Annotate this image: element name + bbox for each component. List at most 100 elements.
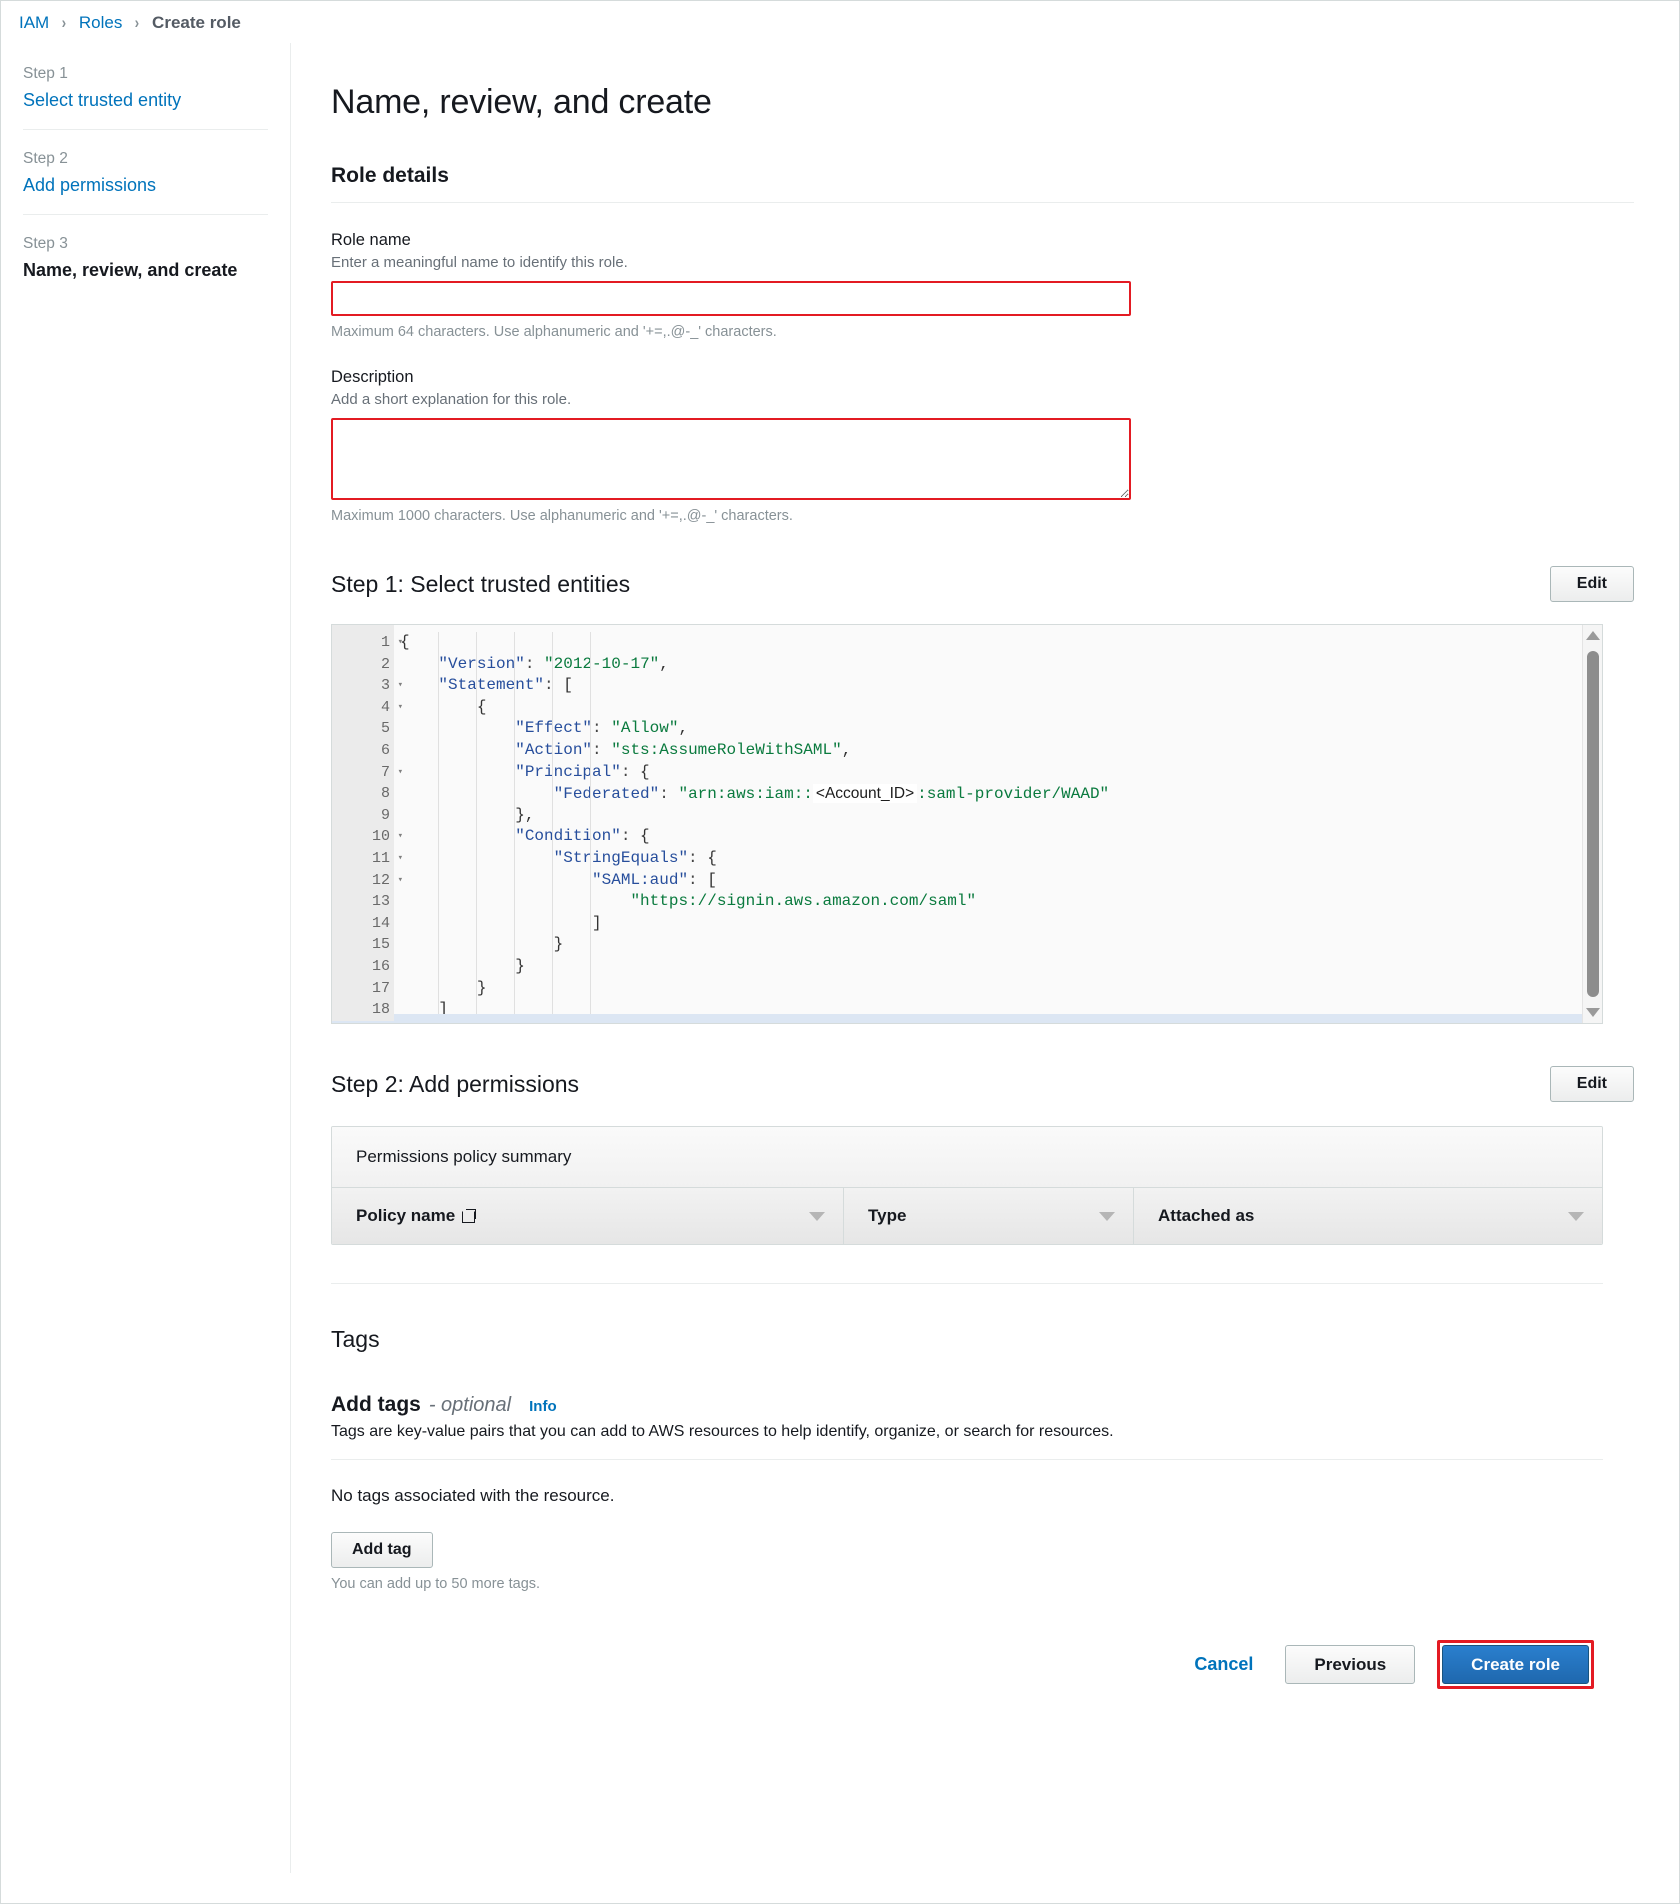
column-header-attached-as-label: Attached as bbox=[1158, 1206, 1254, 1226]
create-role-highlight: Create role bbox=[1437, 1640, 1594, 1689]
editor-line-number: 12▾ bbox=[332, 870, 394, 892]
wizard-steps-sidebar: Step 1 Select trusted entity Step 2 Add … bbox=[1, 43, 291, 1873]
column-header-policy-name-label: Policy name bbox=[356, 1206, 455, 1226]
editor-code-line: "https://signin.aws.amazon.com/saml" bbox=[394, 891, 1602, 913]
add-tags-heading: Add tags - optional Info bbox=[331, 1393, 1634, 1417]
editor-scroll-thumb[interactable] bbox=[1587, 651, 1599, 997]
editor-line-number: 6 bbox=[332, 740, 394, 762]
sidebar-step-3-label: Name, review, and create bbox=[23, 260, 268, 281]
sort-caret-icon[interactable] bbox=[1099, 1212, 1115, 1221]
previous-button[interactable]: Previous bbox=[1285, 1645, 1415, 1684]
section-divider bbox=[331, 1283, 1603, 1284]
editor-line-number: 9 bbox=[332, 805, 394, 827]
breadcrumb-item-roles[interactable]: Roles bbox=[79, 13, 122, 33]
create-role-button[interactable]: Create role bbox=[1442, 1645, 1589, 1684]
sidebar-step-2[interactable]: Step 2 Add permissions bbox=[23, 129, 268, 214]
trust-policy-editor[interactable]: 1▾23▾4▾567▾8910▾11▾12▾13141516171819 { "… bbox=[331, 624, 1603, 1024]
sort-caret-icon[interactable] bbox=[809, 1212, 825, 1221]
edit-trusted-entities-button[interactable]: Edit bbox=[1550, 566, 1634, 602]
editor-code-line: } bbox=[394, 978, 1602, 1000]
editor-line-number: 16 bbox=[332, 956, 394, 978]
add-tag-button[interactable]: Add tag bbox=[331, 1532, 433, 1568]
description-label: Description bbox=[331, 368, 1634, 387]
sidebar-step-2-number: Step 2 bbox=[23, 150, 268, 168]
sidebar-step-3-number: Step 3 bbox=[23, 235, 268, 253]
editor-line-number: 3▾ bbox=[332, 675, 394, 697]
editor-code-line: ] bbox=[394, 913, 1602, 935]
add-tags-label: Add tags bbox=[331, 1393, 421, 1417]
account-id-redaction: <Account_ID> bbox=[813, 784, 917, 803]
editor-line-number: 13 bbox=[332, 891, 394, 913]
breadcrumb-item-iam[interactable]: IAM bbox=[19, 13, 49, 33]
tags-description: Tags are key-value pairs that you can ad… bbox=[331, 1423, 1634, 1441]
role-details-heading: Role details bbox=[331, 164, 1634, 188]
cancel-button[interactable]: Cancel bbox=[1184, 1647, 1263, 1682]
editor-code-line: "Effect": "Allow", bbox=[394, 718, 1602, 740]
breadcrumb: IAM › Roles › Create role bbox=[1, 1, 1679, 43]
editor-line-number: 4▾ bbox=[332, 697, 394, 719]
external-link-icon bbox=[462, 1209, 476, 1223]
breadcrumb-item-create-role: Create role bbox=[152, 13, 241, 33]
chevron-right-icon: › bbox=[62, 13, 67, 33]
section-divider bbox=[331, 202, 1634, 203]
role-name-input[interactable] bbox=[331, 281, 1131, 316]
editor-code-line: "Action": "sts:AssumeRoleWithSAML", bbox=[394, 740, 1602, 762]
main-content: Name, review, and create Role details Ro… bbox=[291, 43, 1679, 1723]
chevron-right-icon: › bbox=[135, 13, 140, 33]
tags-section: Tags Add tags - optional Info Tags are k… bbox=[331, 1326, 1634, 1592]
editor-line-number: 17 bbox=[332, 978, 394, 1000]
add-tags-optional-label: - optional bbox=[429, 1394, 511, 1417]
tags-info-link[interactable]: Info bbox=[529, 1398, 557, 1415]
step1-review-section: Step 1: Select trusted entities Edit 1▾2… bbox=[331, 566, 1634, 1024]
editor-line-number: 18 bbox=[332, 999, 394, 1021]
role-name-field-group: Role name Enter a meaningful name to ide… bbox=[331, 231, 1634, 340]
sidebar-step-1[interactable]: Step 1 Select trusted entity bbox=[23, 65, 268, 129]
description-constraint: Maximum 1000 characters. Use alphanumeri… bbox=[331, 508, 1634, 524]
wizard-footer-actions: Cancel Previous Create role bbox=[331, 1592, 1634, 1723]
column-header-type-label: Type bbox=[868, 1206, 906, 1226]
role-name-hint: Enter a meaningful name to identify this… bbox=[331, 254, 1634, 271]
tags-empty-message: No tags associated with the resource. bbox=[331, 1486, 1634, 1506]
editor-code-line: }, bbox=[394, 805, 1602, 827]
editor-code-line: } bbox=[394, 934, 1602, 956]
editor-line-number: 10▾ bbox=[332, 826, 394, 848]
editor-code-line: { bbox=[394, 697, 1602, 719]
step1-review-title: Step 1: Select trusted entities bbox=[331, 571, 630, 598]
description-hint: Add a short explanation for this role. bbox=[331, 391, 1634, 408]
editor-line-number: 14 bbox=[332, 913, 394, 935]
column-header-attached-as[interactable]: Attached as bbox=[1134, 1188, 1602, 1244]
step2-review-title: Step 2: Add permissions bbox=[331, 1071, 579, 1098]
sidebar-step-1-label[interactable]: Select trusted entity bbox=[23, 90, 268, 111]
scroll-down-arrow-icon[interactable] bbox=[1586, 1008, 1600, 1017]
editor-code-line: "Federated": "arn:aws:iam::<Account_ID>:… bbox=[394, 783, 1602, 805]
editor-code-line: "StringEquals": { bbox=[394, 848, 1602, 870]
permissions-policy-table: Permissions policy summary Policy name T… bbox=[331, 1126, 1603, 1245]
tags-title: Tags bbox=[331, 1326, 1634, 1353]
column-header-type[interactable]: Type bbox=[844, 1188, 1134, 1244]
editor-code-line: "SAML:aud": [ bbox=[394, 870, 1602, 892]
page-title: Name, review, and create bbox=[331, 83, 1634, 122]
permissions-table-caption: Permissions policy summary bbox=[332, 1127, 1602, 1188]
column-header-policy-name[interactable]: Policy name bbox=[332, 1188, 844, 1244]
editor-vertical-scrollbar[interactable] bbox=[1582, 625, 1602, 1023]
permissions-table-header-row: Policy name Type Attached as bbox=[332, 1188, 1602, 1244]
editor-line-number: 15 bbox=[332, 934, 394, 956]
step1-review-header: Step 1: Select trusted entities Edit bbox=[331, 566, 1634, 602]
editor-line-number: 7▾ bbox=[332, 762, 394, 784]
step2-review-section: Step 2: Add permissions Edit Permissions… bbox=[331, 1066, 1634, 1284]
editor-line-number: 19 bbox=[332, 1021, 394, 1024]
editor-line-number: 8 bbox=[332, 783, 394, 805]
description-textarea[interactable] bbox=[331, 418, 1131, 500]
editor-line-number: 5 bbox=[332, 718, 394, 740]
editor-horizontal-scrollbar[interactable] bbox=[394, 1014, 1582, 1023]
scroll-up-arrow-icon[interactable] bbox=[1586, 631, 1600, 640]
role-name-constraint: Maximum 64 characters. Use alphanumeric … bbox=[331, 324, 1634, 340]
editor-code-line: "Condition": { bbox=[394, 826, 1602, 848]
edit-permissions-button[interactable]: Edit bbox=[1550, 1066, 1634, 1102]
editor-code-area[interactable]: { "Version": "2012-10-17", "Statement": … bbox=[394, 625, 1602, 1023]
role-name-label: Role name bbox=[331, 231, 1634, 250]
editor-line-number: 2 bbox=[332, 654, 394, 676]
sort-caret-icon[interactable] bbox=[1568, 1212, 1584, 1221]
sidebar-step-2-label[interactable]: Add permissions bbox=[23, 175, 268, 196]
description-field-group: Description Add a short explanation for … bbox=[331, 368, 1634, 524]
